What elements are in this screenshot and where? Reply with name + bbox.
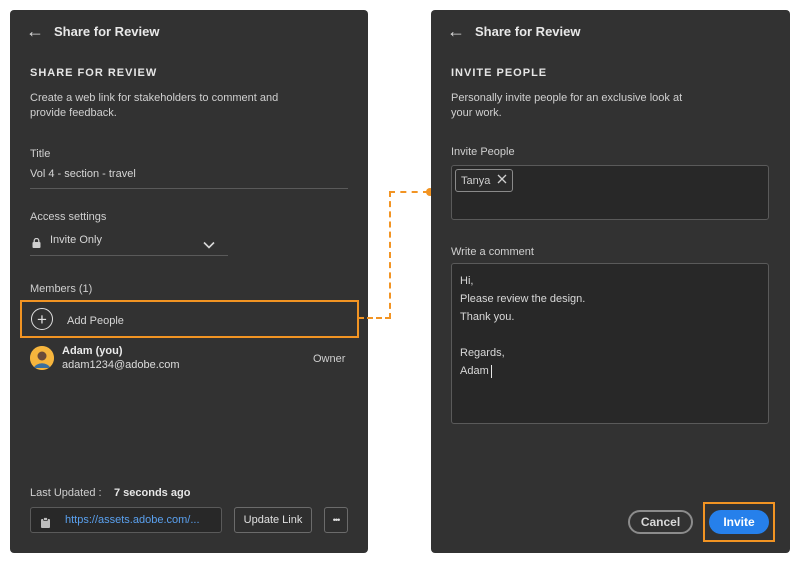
share-link-url[interactable]: https://assets.adobe.com/... (65, 514, 219, 526)
chevron-down-icon (203, 236, 215, 254)
invite-people-label: Invite People (451, 146, 515, 158)
close-icon[interactable] (497, 174, 507, 187)
invitee-tag-label: Tanya (461, 174, 491, 187)
invitee-tag: Tanya (455, 169, 514, 192)
back-arrow-icon[interactable]: ← (447, 22, 465, 40)
section-title: SHARE FOR REVIEW (30, 67, 158, 79)
comment-text: Hi, Please review the design. Thank you.… (460, 275, 586, 377)
add-people-button[interactable]: + Add People (20, 300, 359, 338)
member-name: Adam (you) (62, 345, 123, 357)
member-email: adam1234@adobe.com (62, 359, 180, 371)
panel-header-title: Share for Review (54, 24, 160, 39)
panel-header-title: Share for Review (475, 24, 581, 39)
access-settings-value: Invite Only (50, 234, 102, 246)
invite-people-field[interactable]: Tanya (451, 165, 769, 220)
share-link-panel: ← Share for Review SHARE FOR REVIEW Crea… (10, 10, 368, 553)
text-cursor (491, 365, 492, 378)
title-field[interactable]: Vol 4 - section - travel (30, 168, 136, 180)
last-updated-value: 7 seconds ago (114, 487, 191, 499)
section-title: INVITE PEOPLE (451, 67, 548, 79)
title-field-underline (30, 188, 348, 189)
avatar (30, 346, 54, 370)
comment-label: Write a comment (451, 246, 534, 258)
section-description: Personally invite people for an exclusiv… (451, 92, 683, 119)
clipboard-icon[interactable] (41, 515, 50, 533)
section-description: Create a web link for stakeholders to co… (30, 92, 279, 119)
connector-line (358, 317, 391, 319)
connector-line-vertical (389, 191, 391, 319)
invite-people-panel: ← Share for Review INVITE PEOPLE Persona… (431, 10, 790, 553)
add-circle-icon: + (31, 308, 53, 330)
share-link-field[interactable]: https://assets.adobe.com/... (30, 507, 222, 533)
cancel-button[interactable]: Cancel (628, 510, 693, 534)
add-people-label: Add People (67, 315, 124, 327)
update-link-button[interactable]: Update Link (234, 507, 312, 533)
access-settings-label: Access settings (30, 211, 107, 223)
title-label: Title (30, 148, 51, 160)
back-arrow-icon[interactable]: ← (26, 22, 44, 40)
comment-textarea[interactable]: Hi, Please review the design. Thank you.… (451, 263, 769, 424)
access-dropdown-underline (30, 255, 228, 256)
invite-button[interactable]: Invite (709, 510, 769, 534)
connector-line-top (389, 191, 429, 193)
more-options-button[interactable]: ••• (324, 507, 348, 533)
lock-icon (32, 235, 41, 253)
member-role: Owner (313, 353, 346, 365)
access-settings-dropdown[interactable]: Invite Only (30, 233, 228, 256)
members-label: Members (1) (30, 283, 93, 295)
last-updated-label: Last Updated : (30, 487, 102, 499)
